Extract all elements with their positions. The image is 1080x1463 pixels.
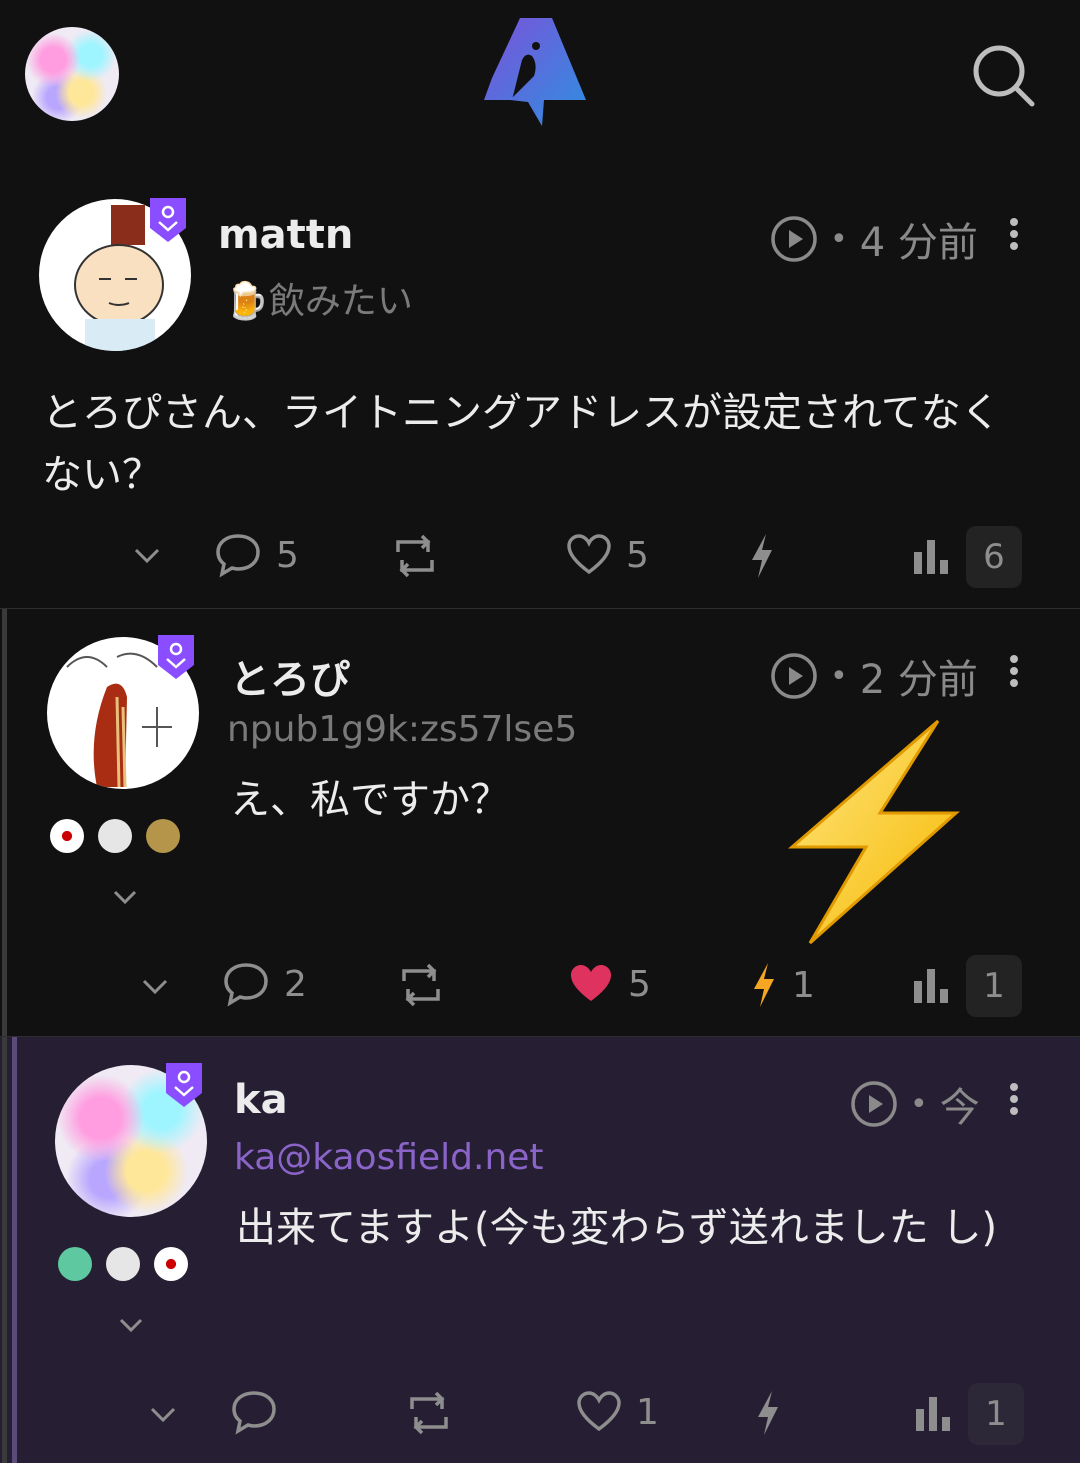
verified-badge-icon: [158, 635, 194, 679]
zap-button[interactable]: [754, 1389, 782, 1437]
zap-button[interactable]: [748, 532, 776, 580]
zap-icon: [752, 534, 772, 578]
reply-button[interactable]: 5: [214, 532, 299, 578]
more-options-icon[interactable]: [1009, 218, 1019, 250]
post-item: mattn 🍺飲みたい • 4 分前 とろぴさん、ライトニングアドレスが設定され…: [0, 180, 1080, 608]
play-icon[interactable]: [850, 1080, 898, 1128]
like-count: 5: [626, 534, 649, 576]
my-avatar[interactable]: [25, 27, 119, 121]
chevron-down-icon[interactable]: [148, 1405, 178, 1425]
heart-icon: [577, 1391, 621, 1432]
author-npub: npub1g9k:zs57lse5: [227, 709, 578, 750]
post-time[interactable]: 今: [940, 1075, 980, 1133]
post-time[interactable]: 2 分前: [860, 647, 978, 705]
like-count: 5: [628, 963, 651, 1005]
verified-badge-icon: [166, 1063, 202, 1107]
separator-dot: •: [910, 1086, 928, 1122]
like-button[interactable]: 5: [566, 534, 649, 576]
flag-emoji-icon: [154, 1247, 188, 1281]
more-options-icon[interactable]: [1009, 655, 1019, 687]
reaction-emoji-row: [50, 819, 180, 853]
repost-icon: [402, 963, 440, 1007]
repost-icon: [410, 1391, 448, 1435]
zap-icon: [754, 963, 774, 1007]
reply-count: 5: [276, 534, 299, 576]
reply-button[interactable]: [230, 1389, 278, 1435]
views-count: 6: [966, 526, 1022, 588]
like-button[interactable]: 5: [568, 963, 651, 1005]
comment-icon: [216, 534, 260, 578]
author-name[interactable]: ka: [234, 1077, 288, 1123]
ball-emoji-icon: [98, 819, 132, 853]
top-bar: [0, 0, 1080, 150]
comment-icon: [232, 1391, 276, 1435]
nostter-logo-icon[interactable]: [482, 16, 588, 130]
separator-dot: •: [830, 221, 848, 257]
search-icon[interactable]: [970, 42, 1036, 108]
post-content: 出来てますよ(今も変わらず送れました し): [236, 1205, 998, 1251]
comment-icon: [224, 963, 268, 1007]
bar-chart-icon: [914, 540, 948, 574]
reply-button[interactable]: 2: [222, 961, 307, 1007]
play-icon[interactable]: [770, 652, 818, 700]
like-button[interactable]: 1: [576, 1391, 659, 1433]
chevron-down-icon[interactable]: [112, 889, 138, 905]
views-count: 1: [968, 1383, 1024, 1445]
flag-emoji-icon: [50, 819, 84, 853]
author-name[interactable]: とろぴ: [230, 647, 350, 705]
author-nip05: ka@kaosfield.net: [234, 1137, 544, 1178]
lightning-emoji-icon: [788, 719, 960, 945]
zap-button[interactable]: 1: [750, 961, 815, 1009]
reply-count: 2: [284, 963, 307, 1005]
face-emoji-icon: [58, 1247, 92, 1281]
views-count: 1: [966, 955, 1022, 1017]
post-actions: 2 5 1 1: [0, 951, 1080, 1021]
post-actions: 5 5 6: [0, 522, 1080, 592]
verified-badge-icon: [150, 198, 186, 242]
post-time[interactable]: 4 分前: [860, 210, 978, 268]
separator-dot: •: [830, 658, 848, 694]
views-button[interactable]: 1: [914, 955, 1022, 1017]
post-meta: • 4 分前: [770, 210, 978, 268]
views-button[interactable]: 1: [916, 1383, 1024, 1445]
post-actions: 1 1: [0, 1379, 1080, 1449]
reaction-emoji-row: [58, 1247, 188, 1281]
play-icon[interactable]: [770, 215, 818, 263]
author-name[interactable]: mattn: [218, 212, 353, 258]
face-emoji-icon: [146, 819, 180, 853]
post-content: え、私ですか？: [230, 777, 510, 823]
more-options-icon[interactable]: [1009, 1083, 1019, 1115]
post-meta: • 2 分前: [770, 647, 978, 705]
post-item: とろぴ npub1g9k:zs57lse5 • 2 分前 え、私ですか？ 2 5…: [0, 609, 1080, 1037]
heart-icon: [567, 534, 611, 575]
zap-count: 1: [792, 964, 815, 1006]
author-status: 🍺飲みたい: [224, 281, 413, 322]
chevron-down-icon[interactable]: [132, 546, 162, 566]
repost-button[interactable]: [402, 1391, 456, 1435]
repost-icon: [396, 534, 434, 578]
bar-chart-icon: [916, 1397, 950, 1431]
heart-filled-icon: [571, 965, 611, 1001]
post-meta: • 今: [850, 1075, 980, 1133]
post-item-highlighted: ka ka@kaosfield.net • 今 出来てますよ(今も変わらず送れま…: [0, 1037, 1080, 1463]
chevron-down-icon[interactable]: [140, 977, 170, 997]
like-count: 1: [636, 1391, 659, 1433]
views-button[interactable]: 6: [914, 526, 1022, 588]
ball-emoji-icon: [106, 1247, 140, 1281]
chevron-down-icon[interactable]: [118, 1317, 144, 1333]
repost-button[interactable]: [394, 963, 448, 1007]
bar-chart-icon: [914, 969, 948, 1003]
post-content: とろぴさん、ライトニングアドレスが設定されてなくない？: [42, 390, 1001, 498]
repost-button[interactable]: [388, 534, 442, 578]
zap-icon: [758, 1391, 778, 1435]
